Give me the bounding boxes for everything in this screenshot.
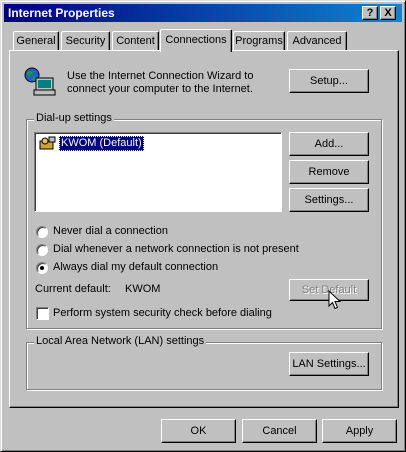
tab-connections[interactable]: Connections bbox=[160, 29, 232, 52]
dialup-connection-icon bbox=[39, 136, 57, 151]
close-button[interactable]: X bbox=[380, 6, 396, 20]
radio-dial-whenever[interactable] bbox=[36, 244, 48, 256]
help-button[interactable]: ? bbox=[362, 6, 378, 20]
current-default-label: Current default: bbox=[35, 283, 111, 295]
dialup-group-label: Dial-up settings bbox=[34, 112, 114, 124]
wizard-description: Use the Internet Connection Wizard to co… bbox=[67, 70, 254, 95]
radio-dial-whenever-label[interactable]: Dial whenever a network connection is no… bbox=[53, 243, 299, 255]
lan-group-label: Local Area Network (LAN) settings bbox=[34, 335, 207, 347]
internet-properties-dialog: Internet Properties ? X General Security… bbox=[0, 0, 406, 452]
lan-settings-button[interactable]: LAN Settings... bbox=[289, 352, 369, 376]
tab-security[interactable]: Security bbox=[61, 31, 110, 50]
list-item-label: KWOM (Default) bbox=[59, 136, 144, 151]
apply-button[interactable]: Apply bbox=[322, 419, 397, 443]
remove-button[interactable]: Remove bbox=[289, 160, 369, 184]
radio-always-dial-label[interactable]: Always dial my default connection bbox=[53, 261, 218, 273]
window-title: Internet Properties bbox=[8, 6, 115, 20]
add-button[interactable]: Add... bbox=[289, 132, 369, 156]
radio-never-dial[interactable] bbox=[36, 226, 48, 238]
security-check-label[interactable]: Perform system security check before dia… bbox=[53, 307, 272, 319]
radio-selected-dot bbox=[40, 266, 44, 270]
tab-advanced[interactable]: Advanced bbox=[287, 31, 347, 50]
ok-button[interactable]: OK bbox=[161, 419, 236, 443]
settings-button[interactable]: Settings... bbox=[289, 188, 369, 212]
dialup-connections-list[interactable]: KWOM (Default) bbox=[34, 132, 282, 212]
radio-never-dial-label[interactable]: Never dial a connection bbox=[53, 225, 168, 237]
tab-content[interactable]: Content bbox=[112, 31, 159, 50]
cancel-button[interactable]: Cancel bbox=[242, 419, 317, 443]
setup-button[interactable]: Setup... bbox=[289, 69, 369, 93]
radio-always-dial[interactable] bbox=[36, 262, 48, 274]
tab-programs[interactable]: Programs bbox=[233, 31, 285, 50]
security-check-checkbox[interactable] bbox=[36, 307, 49, 320]
mouse-cursor-icon bbox=[328, 289, 342, 310]
tab-general[interactable]: General bbox=[13, 31, 59, 50]
current-default-value: KWOM bbox=[125, 283, 161, 295]
title-bar[interactable]: Internet Properties ? X bbox=[4, 4, 402, 22]
internet-connection-wizard-icon bbox=[23, 67, 57, 97]
